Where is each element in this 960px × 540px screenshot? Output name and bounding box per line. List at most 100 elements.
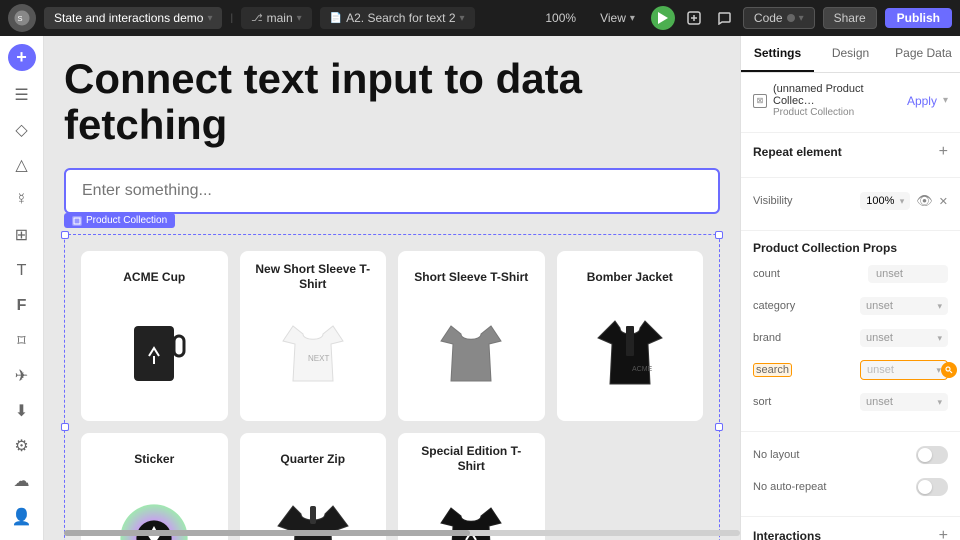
collection-chevron[interactable]: ▾ [943, 95, 948, 106]
prop-val-brand: unset [866, 332, 893, 344]
main-area: + ☰ ◇ △ ☿ ⊞ T F ⌑ ✈ ⬇ ⚙ ☁ 👤 Connect text… [0, 36, 960, 540]
comment-button[interactable] [713, 7, 735, 29]
canvas-scrollbar[interactable] [64, 530, 740, 536]
product-grid: ACME Cup New Short Sleeve T-Shirt [81, 251, 703, 540]
sidebar-icon-text[interactable]: T [6, 255, 38, 286]
handle-ml[interactable] [61, 423, 69, 431]
interactions-section: Interactions + [741, 517, 960, 540]
prop-row-brand: brand unset ▾ [753, 325, 948, 351]
branch-chevron: ▾ [297, 13, 302, 24]
sidebar-icon-data[interactable]: ☿ [6, 185, 38, 216]
prop-val-sort: unset [866, 396, 893, 408]
collection-section: ⊠ (unnamed Product Collec… Product Colle… [741, 73, 960, 133]
prop-select-sort[interactable]: unset ▾ [860, 393, 948, 411]
repeat-title: Repeat element [753, 145, 842, 159]
product-card-6[interactable]: Special Edition T-Shirt [398, 433, 545, 540]
collection-sub: Product Collection [773, 107, 901, 118]
sidebar-icon-cloud[interactable]: ☁ [6, 466, 38, 497]
product-name-6: Special Edition T-Shirt [408, 443, 535, 475]
handle-tl[interactable] [61, 231, 69, 239]
sidebar-icon-grid[interactable]: ⊞ [6, 220, 38, 251]
tab-branch-label: main [267, 11, 293, 25]
visibility-value[interactable]: 100% ▾ [860, 192, 910, 210]
tab-project[interactable]: State and interactions demo ▾ [44, 7, 222, 29]
topbar: S State and interactions demo ▾ | ⎇ main… [0, 0, 960, 36]
product-img-2 [408, 301, 535, 411]
interactions-title: Interactions [753, 529, 821, 540]
interactions-add[interactable]: + [939, 527, 948, 540]
tab-settings[interactable]: Settings [741, 36, 814, 72]
sidebar-icon-user[interactable]: 👤 [6, 501, 38, 532]
sidebar-icon-component[interactable]: ⌑ [6, 325, 38, 356]
product-card-4[interactable]: Sticker [81, 433, 228, 540]
visibility-label: Visibility [753, 195, 793, 207]
props-header: Product Collection Props [753, 241, 948, 255]
zoom-control[interactable]: 100% [537, 11, 584, 25]
prop-label-count: count [753, 268, 780, 280]
no-auto-repeat-row: No auto-repeat [753, 474, 948, 500]
handle-tr[interactable] [715, 231, 723, 239]
code-button[interactable]: Code ▾ [743, 7, 815, 29]
handle-mr[interactable] [715, 423, 723, 431]
search-indicator [941, 362, 957, 378]
svg-text:S: S [18, 14, 23, 23]
publish-button[interactable]: Publish [885, 8, 952, 28]
view-chevron: ▾ [630, 13, 635, 24]
code-label: Code [754, 11, 783, 25]
no-auto-repeat-toggle[interactable] [916, 478, 948, 496]
product-card-2[interactable]: Short Sleeve T-Shirt [398, 251, 545, 421]
prop-select-brand[interactable]: unset ▾ [860, 329, 948, 347]
apply-button[interactable]: Apply [907, 94, 937, 108]
tab-settings-label: Settings [754, 46, 801, 60]
prop-row-count: count unset [753, 261, 948, 287]
collection-info: (unnamed Product Collec… Product Collect… [773, 83, 901, 118]
no-layout-toggle[interactable] [916, 446, 948, 464]
canvas-title: Connect text input to data fetching [64, 56, 720, 148]
repeat-header: Repeat element + [753, 143, 948, 161]
product-card-0[interactable]: ACME Cup [81, 251, 228, 421]
page-icon: 📄 [330, 13, 342, 24]
branch-icon: ⎇ [251, 13, 263, 24]
sidebar-icon-font[interactable]: F [6, 290, 38, 321]
prop-row-sort: sort unset ▾ [753, 389, 948, 415]
share-button[interactable]: Share [823, 7, 877, 29]
play-button[interactable] [651, 6, 675, 30]
tab-page[interactable]: 📄 A2. Search for text 2 ▾ [320, 7, 475, 29]
product-collection-badge: Product Collection [64, 213, 175, 228]
product-name-5: Quarter Zip [250, 443, 377, 475]
sidebar-icon-shapes[interactable]: ◇ [6, 114, 38, 145]
search-input[interactable] [64, 168, 720, 214]
panel-tabs: Settings Design Page Data [741, 36, 960, 73]
collection-icon: ⊠ [753, 94, 767, 108]
tab-pagedata[interactable]: Page Data [887, 36, 960, 72]
share-label: Share [834, 11, 866, 25]
sidebar-icon-triangle[interactable]: △ [6, 150, 38, 181]
publish-label: Publish [897, 11, 940, 25]
visibility-pct: 100% [866, 195, 894, 207]
prop-value-count[interactable]: unset [868, 265, 948, 283]
visibility-eye-icon[interactable]: 👁 [916, 193, 933, 209]
sidebar-icon-settings[interactable]: ⚙ [6, 431, 38, 462]
view-control[interactable]: View ▾ [592, 11, 643, 25]
preview-button[interactable] [683, 7, 705, 29]
tab-branch[interactable]: ⎇ main ▾ [241, 7, 312, 29]
prop-label-brand: brand [753, 332, 781, 344]
visibility-hide-icon[interactable]: ✕ [939, 195, 948, 208]
sidebar-icon-download[interactable]: ⬇ [6, 396, 38, 427]
prop-select-search[interactable]: unset ▾ [860, 360, 948, 380]
repeat-add[interactable]: + [939, 143, 948, 161]
no-layout-thumb [918, 448, 932, 462]
sidebar-icon-interact[interactable]: ✈ [6, 360, 38, 391]
visibility-chevron: ▾ [900, 196, 905, 207]
scrollbar-thumb[interactable] [64, 530, 470, 536]
product-card-3[interactable]: Bomber Jacket ACME [557, 251, 704, 421]
product-card-1[interactable]: New Short Sleeve T-Shirt NEXT [240, 251, 387, 421]
sidebar-icon-menu[interactable]: ☰ [6, 79, 38, 110]
product-name-2: Short Sleeve T-Shirt [408, 261, 535, 293]
prop-select-category[interactable]: unset ▾ [860, 297, 948, 315]
prop-val-search: unset [867, 364, 894, 376]
product-card-5[interactable]: Quarter Zip [240, 433, 387, 540]
tab-project-chevron: ▾ [207, 13, 212, 24]
add-element-button[interactable]: + [8, 44, 36, 71]
tab-design[interactable]: Design [814, 36, 887, 72]
